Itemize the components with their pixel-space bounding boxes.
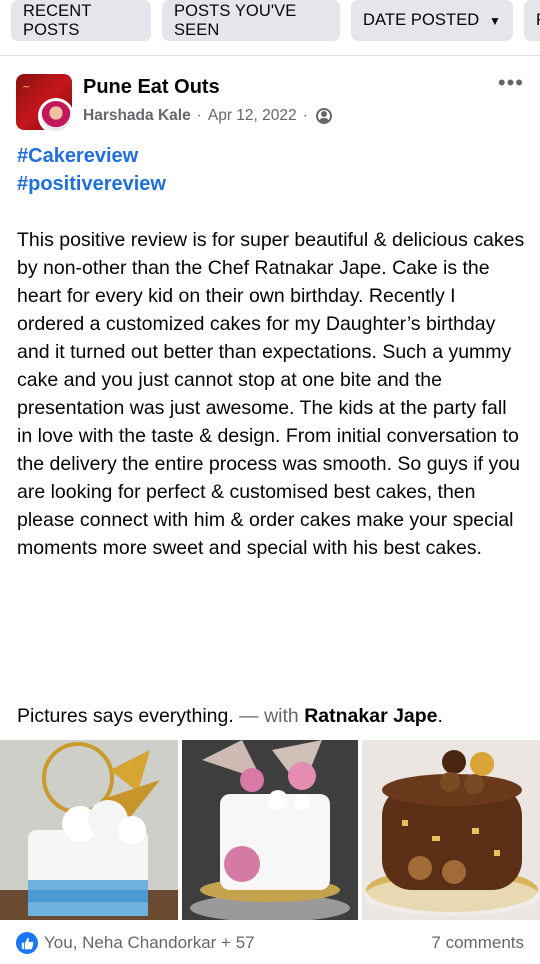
- meta-separator: ·: [302, 107, 308, 124]
- cake-photo-2-art: [182, 740, 358, 920]
- post-body-text: This positive review is for super beauti…: [17, 229, 525, 559]
- filter-more-label: F: [536, 11, 540, 30]
- cake-photo-1[interactable]: [0, 740, 178, 920]
- filter-bar: RECENT POSTS POSTS YOU'VE SEEN DATE POST…: [0, 0, 540, 56]
- caret-down-icon: ▼: [489, 13, 501, 28]
- filter-date-label: DATE POSTED: [363, 11, 480, 29]
- caption-text: Pictures says everything.: [17, 705, 234, 727]
- filter-recent-label: RECENT POSTS: [23, 1, 92, 39]
- post-meta: Harshada Kale · Apr 12, 2022 ·: [83, 107, 332, 125]
- filter-posts-seen[interactable]: POSTS YOU'VE SEEN: [162, 0, 340, 41]
- cake-photo-3-art: [362, 740, 540, 920]
- comments-count[interactable]: 7 comments: [431, 933, 524, 953]
- author-name[interactable]: Harshada Kale: [83, 107, 191, 125]
- members-icon: [315, 108, 332, 124]
- tagged-person[interactable]: Ratnakar Jape: [304, 705, 437, 727]
- author-avatar[interactable]: [38, 98, 74, 134]
- filter-date-posted[interactable]: DATE POSTED ▼: [351, 0, 513, 41]
- group-name[interactable]: Pune Eat Outs: [83, 76, 220, 99]
- cake-photo-1-art: [0, 740, 178, 920]
- caption-with: — with: [233, 705, 305, 727]
- cake-photo-2[interactable]: [182, 740, 358, 920]
- filter-seen-label: POSTS YOU'VE SEEN: [174, 1, 297, 39]
- filter-more[interactable]: F: [524, 0, 540, 41]
- photo-grid: [0, 740, 540, 920]
- hashtag-link[interactable]: #Cakereview: [17, 142, 166, 170]
- post-header: ~ Pune Eat Outs Harshada Kale · Apr 12, …: [16, 72, 524, 134]
- filter-recent-posts[interactable]: RECENT POSTS: [11, 0, 151, 41]
- thumbs-up-glyph: [21, 937, 33, 949]
- cake-photo-3[interactable]: [362, 740, 540, 920]
- more-options-icon[interactable]: •••: [498, 72, 524, 94]
- reactions-bar: You, Neha Chandorkar + 57 7 comments: [16, 928, 524, 958]
- like-icon[interactable]: [16, 932, 38, 954]
- hashtag-link[interactable]: #positivereview: [17, 170, 166, 198]
- reaction-names[interactable]: You, Neha Chandorkar + 57: [44, 933, 255, 953]
- post-date[interactable]: Apr 12, 2022: [208, 107, 297, 125]
- group-logo-art: ~: [22, 82, 31, 93]
- photo-caption: Pictures says everything. — with Ratnaka…: [17, 702, 443, 730]
- hashtags: #Cakereview #positivereview: [17, 142, 166, 198]
- caption-end: .: [437, 705, 443, 727]
- meta-separator: ·: [196, 107, 202, 124]
- group-avatar[interactable]: ~: [16, 74, 74, 134]
